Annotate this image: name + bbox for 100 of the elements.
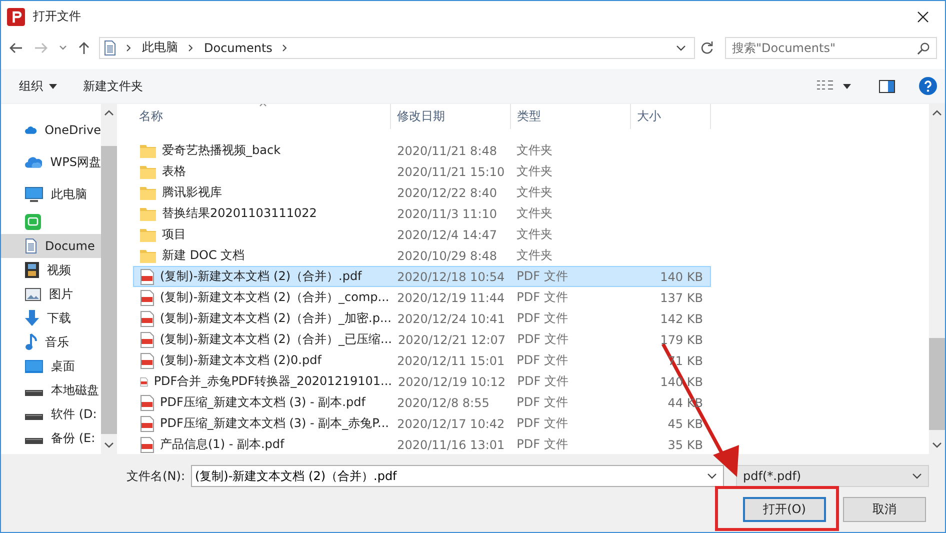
sidebar-label: 桌面 xyxy=(51,358,75,374)
type-cell-text: PDF 文件 xyxy=(516,331,570,348)
column-header[interactable]: 名称 xyxy=(133,104,391,129)
scrollbar-thumb[interactable] xyxy=(101,146,117,434)
scroll-down-icon[interactable] xyxy=(104,442,114,448)
scroll-up-icon[interactable] xyxy=(104,110,114,116)
file-row[interactable]: 产品信息(1) - 副本.pdf 2020/11/16 13:01 PDF 文件 35 KB xyxy=(133,434,711,454)
sidebar-label: 备份 (E: xyxy=(51,430,96,446)
sidebar-item[interactable]: OneDrive xyxy=(1,114,101,146)
chevron-down-icon xyxy=(912,473,922,479)
file-row[interactable]: (复制)-新建文本文档 (2)（合并）_已压缩... 2020/12/21 12:07 PDF 文件 179 KB xyxy=(133,329,711,350)
column-header[interactable]: 类型 xyxy=(511,104,631,129)
file-name: PDF合并_赤兔PDF转换器_20201219101... xyxy=(154,373,392,390)
back-arrow-icon[interactable] xyxy=(9,42,23,54)
file-row[interactable]: (复制)-新建文本文档 (2)（合并）_加密.p... 2020/12/24 10:41 PDF 文件 142 KB xyxy=(133,308,711,329)
file-row[interactable]: (复制)-新建文本文档 (2)（合并）_comp... 2020/12/19 11:44 PDF 文件 137 KB xyxy=(133,287,711,308)
sidebar-item[interactable]: 下载 xyxy=(1,306,101,330)
date-cell-text: 2020/12/18 10:54 xyxy=(396,270,506,284)
sidebar-item[interactable]: 此电脑 xyxy=(1,178,101,210)
chevron-down-icon[interactable] xyxy=(707,473,717,479)
sidebar-item[interactable]: WPS网盘 xyxy=(1,146,101,178)
file-row[interactable]: 爱奇艺热播视频_back 2020/11/21 8:48 文件夹 xyxy=(133,140,711,161)
view-options-icon[interactable] xyxy=(817,80,833,92)
sidebar-item[interactable]: Docume xyxy=(1,234,101,258)
address-bar[interactable]: 此电脑 Documents xyxy=(99,36,695,58)
file-row[interactable]: 表格 2020/11/21 15:10 文件夹 xyxy=(133,161,711,182)
image-icon xyxy=(25,288,41,300)
file-name: (复制)-新建文本文档 (2)（合并）_加密.p... xyxy=(160,310,392,327)
type-cell-text: 文件夹 xyxy=(516,142,554,159)
file-row[interactable]: 项目 2020/12/4 14:47 文件夹 xyxy=(133,224,711,245)
file-type-dropdown[interactable]: pdf(*.pdf) xyxy=(736,465,929,487)
file-row[interactable]: 新建 DOC 文档 2020/10/29 8:48 文件夹 xyxy=(133,245,711,266)
sidebar-label: 下载 xyxy=(47,310,71,326)
monitor-icon xyxy=(25,186,43,202)
type-cell-text: 文件夹 xyxy=(516,184,554,201)
cloud-icon xyxy=(25,156,42,168)
scrollbar-thumb[interactable] xyxy=(929,338,945,430)
size-cell-text: 45 KB xyxy=(666,416,704,430)
sidebar-item[interactable]: 本地磁盘 xyxy=(1,378,101,402)
folder-icon xyxy=(140,228,156,242)
date-cell-text: 2020/11/21 15:10 xyxy=(396,164,506,178)
file-row[interactable]: (复制)-新建文本文档 (2)（合并）.pdf 2020/12/18 10:54 PDF 文件 140 KB xyxy=(133,266,711,287)
breadcrumb[interactable]: 此电脑 xyxy=(142,39,178,56)
type-cell-text: PDF 文件 xyxy=(516,394,569,411)
type-cell-text: PDF 文件 xyxy=(516,415,569,432)
caret-down-icon[interactable] xyxy=(843,84,851,88)
sidebar-item[interactable]: 音乐 xyxy=(1,330,101,354)
type-cell-text: 文件夹 xyxy=(516,205,554,222)
file-name: (复制)-新建文本文档 (2)（合并）_已压缩... xyxy=(160,331,392,348)
close-icon[interactable] xyxy=(917,10,929,22)
pdf-file-icon xyxy=(140,436,154,452)
date-cell-text: 2020/12/19 10:12 xyxy=(397,374,507,388)
file-name: 表格 xyxy=(162,163,186,180)
help-icon[interactable] xyxy=(919,77,937,95)
chevron-right-icon xyxy=(282,44,288,52)
music-note-icon xyxy=(25,333,37,351)
filename-field[interactable]: (复制)-新建文本文档 (2)（合并）.pdf xyxy=(191,465,724,487)
column-header[interactable]: 大小 xyxy=(631,104,711,129)
file-name: 替换结果20201103111022 xyxy=(162,205,317,222)
sidebar-label: 图片 xyxy=(49,286,73,302)
scroll-up-icon[interactable] xyxy=(932,110,942,116)
cancel-button[interactable]: 取消 xyxy=(843,497,926,522)
size-cell-text: 142 KB xyxy=(659,312,704,326)
sidebar-label: 视频 xyxy=(47,262,71,278)
scroll-down-icon[interactable] xyxy=(932,442,942,448)
search-field[interactable]: 搜索"Documents" xyxy=(725,36,937,58)
sidebar-item[interactable]: 软件 (D: xyxy=(1,402,101,426)
date-cell-text: 2020/12/4 14:47 xyxy=(396,228,498,242)
pdf-file-icon xyxy=(140,290,154,306)
sidebar-item[interactable]: 备份 (E: xyxy=(1,426,101,450)
pdf-file-icon xyxy=(140,310,154,326)
chevron-right-icon xyxy=(126,44,132,52)
up-arrow-icon[interactable] xyxy=(78,40,90,54)
sidebar-item[interactable]: 视频 xyxy=(1,258,101,282)
sidebar-label: 本地磁盘 xyxy=(51,382,99,398)
size-cell-text: 137 KB xyxy=(659,290,704,304)
size-cell-text: 179 KB xyxy=(659,332,704,346)
file-row[interactable]: PDF压缩_新建文本文档 (3) - 副本_赤兔P... 2020/12/17 10:42 PDF 文件 45 KB xyxy=(133,413,711,434)
file-row[interactable]: 腾讯影视库 2020/12/22 8:40 文件夹 xyxy=(133,182,711,203)
breadcrumb[interactable]: Documents xyxy=(204,40,272,54)
new-folder-button[interactable]: 新建文件夹 xyxy=(75,74,151,98)
sidebar-item[interactable]: 桌面 xyxy=(1,354,101,378)
folder-icon xyxy=(140,206,156,220)
file-row[interactable]: PDF合并_赤兔PDF转换器_20201219101... 2020/12/19 10:12 PDF 文件 140 KB xyxy=(133,371,711,392)
type-cell-text: PDF 文件 xyxy=(516,289,569,306)
date-cell-text: 2020/12/21 12:07 xyxy=(396,332,507,346)
organize-menu[interactable]: 组织 xyxy=(11,74,65,98)
date-cell-text: 2020/12/22 8:40 xyxy=(396,186,498,200)
open-button[interactable]: 打开(O) xyxy=(743,497,826,522)
chevron-down-icon[interactable] xyxy=(676,44,686,50)
column-header[interactable]: 修改日期 xyxy=(391,104,511,129)
sidebar-label: 音乐 xyxy=(45,334,69,350)
cloud-icon xyxy=(25,124,37,136)
window-title: 打开文件 xyxy=(33,8,81,25)
preview-pane-icon[interactable] xyxy=(879,80,895,92)
type-cell-text: PDF 文件 xyxy=(516,268,569,285)
file-row[interactable]: 替换结果20201103111022 2020/11/3 11:10 文件夹 xyxy=(133,203,711,224)
sidebar-item[interactable]: 图片 xyxy=(1,282,101,306)
folder-icon xyxy=(140,186,156,200)
refresh-icon[interactable] xyxy=(700,40,714,54)
